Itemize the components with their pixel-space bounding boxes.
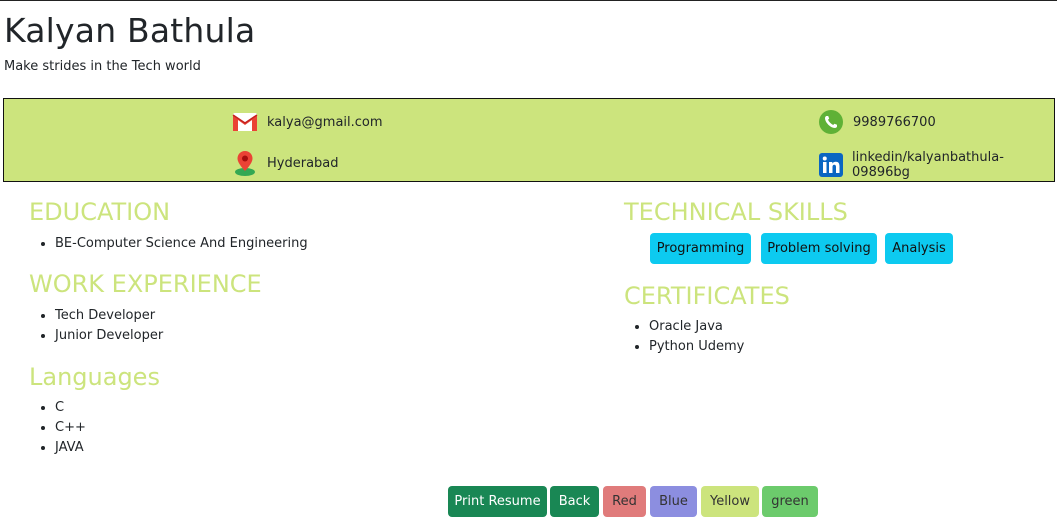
- location-text: Hyderabad: [267, 155, 339, 171]
- contact-phone: 9989766700: [818, 109, 936, 135]
- list-item: C++: [55, 418, 86, 438]
- contact-location: Hyderabad: [232, 150, 339, 176]
- yellow-theme-button[interactable]: Yellow: [701, 486, 759, 517]
- technical-skills-title: TECHNICAL SKILLS: [624, 198, 848, 226]
- certificates-title: CERTIFICATES: [624, 282, 790, 310]
- green-theme-button[interactable]: green: [762, 486, 818, 517]
- list-item: Python Udemy: [649, 337, 744, 357]
- education-list: BE-Computer Science And Engineering: [30, 234, 308, 254]
- skill-badge: Problem solving: [761, 233, 877, 264]
- education-title: EDUCATION: [29, 198, 171, 226]
- languages-title: Languages: [29, 363, 160, 391]
- red-theme-button[interactable]: Red: [603, 486, 646, 517]
- list-item: Oracle Java: [649, 317, 744, 337]
- contact-bar: kalya@gmail.com 9989766700 Hyderabad lin…: [3, 98, 1055, 182]
- page-title: Kalyan Bathula: [4, 11, 256, 50]
- skill-badge: Analysis: [885, 233, 953, 264]
- linkedin-text[interactable]: linkedin/kalyanbathula-09896bg: [852, 150, 1054, 180]
- list-item: JAVA: [55, 438, 86, 458]
- list-item: Junior Developer: [55, 326, 163, 346]
- back-button[interactable]: Back: [550, 486, 599, 517]
- certificates-list: Oracle Java Python Udemy: [624, 317, 744, 357]
- email-text: kalya@gmail.com: [267, 114, 383, 130]
- list-item: C: [55, 398, 86, 418]
- work-experience-list: Tech Developer Junior Developer: [30, 306, 163, 346]
- gmail-icon: [232, 109, 258, 135]
- resume-header: Kalyan Bathula Make strides in the Tech …: [4, 11, 255, 74]
- tagline: Make strides in the Tech world: [4, 59, 201, 74]
- phone-text: 9989766700: [853, 114, 936, 130]
- work-experience-title: WORK EXPERIENCE: [29, 270, 262, 298]
- list-item: Tech Developer: [55, 306, 163, 326]
- list-item: BE-Computer Science And Engineering: [55, 234, 308, 254]
- linkedin-icon: [818, 152, 843, 178]
- languages-list: C C++ JAVA: [30, 398, 86, 458]
- blue-theme-button[interactable]: Blue: [650, 486, 697, 517]
- contact-email: kalya@gmail.com: [232, 109, 383, 135]
- contact-linkedin: linkedin/kalyanbathula-09896bg: [818, 150, 1054, 180]
- skill-badge: Programming: [650, 233, 751, 264]
- print-resume-button[interactable]: Print Resume: [448, 486, 547, 517]
- map-pin-icon: [232, 150, 258, 176]
- phone-icon: [818, 109, 844, 135]
